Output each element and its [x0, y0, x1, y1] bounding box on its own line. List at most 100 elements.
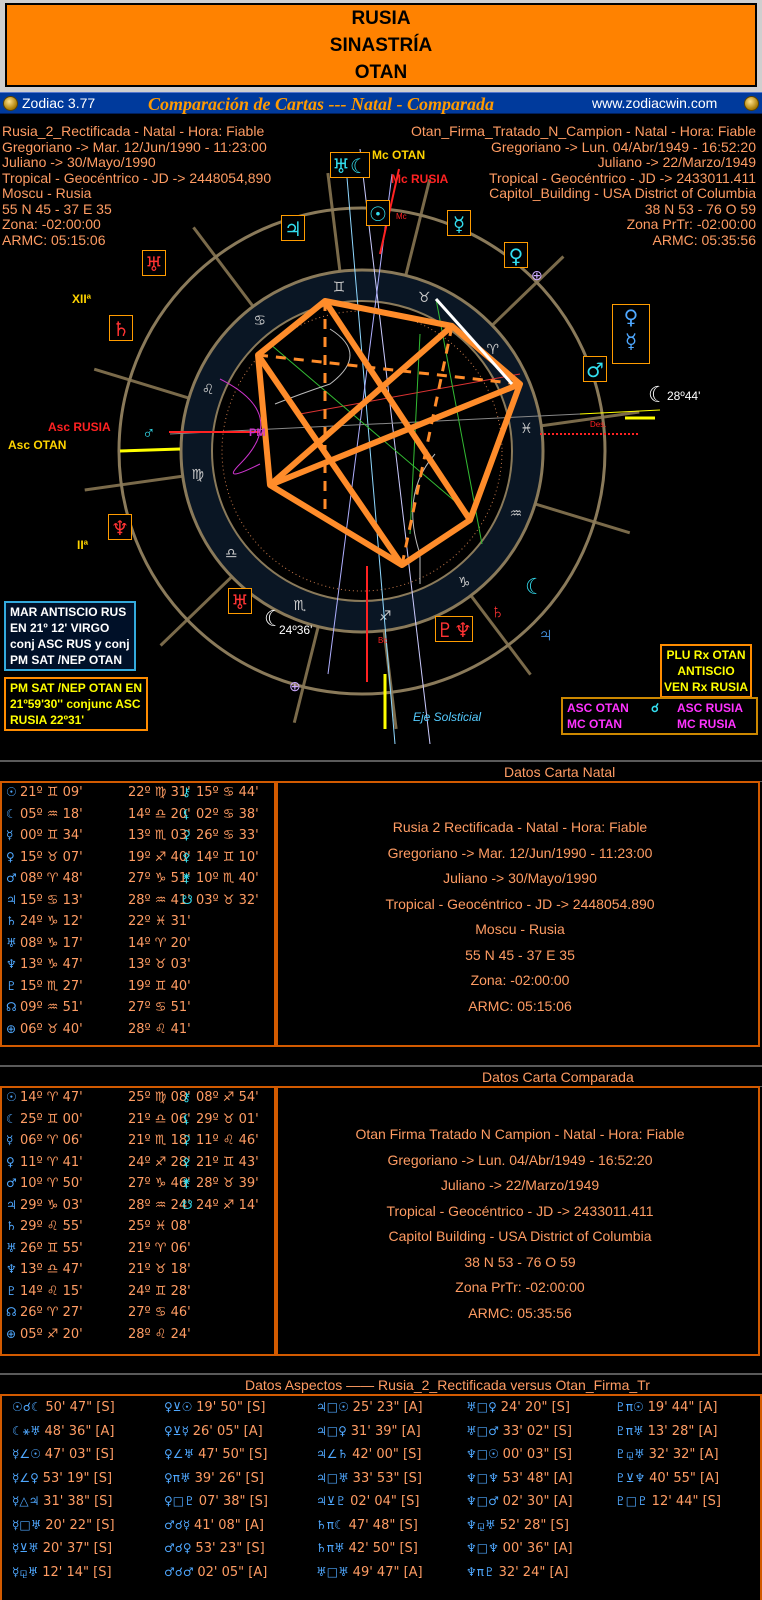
- comparada-section-header: Datos Carta Comparada: [0, 1065, 762, 1087]
- aspect-orb: 13' 28" [A]: [647, 1423, 718, 1439]
- pluto-venus-icon: ♀ ☿: [612, 304, 650, 364]
- planet-glyph-icon: ⚵: [182, 871, 191, 885]
- aspect-orb: 42' 00" [S]: [352, 1447, 422, 1462]
- aspect-orb: 39' 26" [S]: [194, 1470, 264, 1486]
- aspect-orb: 33' 53" [S]: [352, 1470, 422, 1486]
- aspect-glyph-icon: ♀□♇: [164, 1494, 199, 1508]
- aspect-entry: ♄π☾ 47' 48" [S]: [316, 1518, 418, 1533]
- eje-solsticial-label: Eje Solsticial: [413, 710, 482, 724]
- aspect-orb: 32' 24" [A]: [498, 1564, 569, 1580]
- chart-info-line: Juliano -> 30/Mayo/1990: [443, 870, 597, 886]
- aspect-orb: 00' 03" [S]: [502, 1447, 572, 1462]
- position-value: 10º ♏ 40': [196, 871, 259, 886]
- conjunction-icon: ☌: [651, 701, 660, 715]
- aspect-entry: ♃□♅ 33' 53" [S]: [316, 1471, 422, 1486]
- venus-natal-icon: ☾: [264, 606, 284, 631]
- planet-glyph-icon: ♆: [6, 957, 17, 971]
- aspect-entry: ♀□♇ 07' 38" [S]: [164, 1494, 268, 1509]
- aspect-orb: 47' 03" [S]: [44, 1447, 115, 1462]
- planet-glyph-icon: ☿: [6, 828, 14, 842]
- planet-glyph-icon: ♂: [6, 871, 17, 885]
- position-value: 21º ♊ 43': [196, 1154, 259, 1170]
- mc-rusia-label: Mc RUSIA: [391, 172, 449, 186]
- aspect-orb: 00' 36" [A]: [502, 1541, 573, 1556]
- zodiac-logo-icon: [3, 96, 18, 111]
- venus-degree-label: 24º36': [279, 623, 313, 637]
- aspect-entry: ♅□♂ 33' 02" [S]: [466, 1424, 572, 1439]
- chart-info-line: Gregoriano -> Lun. 04/Abr/1949 - 16:52:2…: [387, 1151, 653, 1168]
- aspect-glyph-icon: ♃□☉: [316, 1400, 353, 1414]
- aspect-entry: ♆□♆ 00' 36" [A]: [466, 1541, 573, 1556]
- aspect-orb: 52' 28" [S]: [499, 1517, 569, 1533]
- aspect-glyph-icon: ♂☌☿: [164, 1517, 194, 1532]
- aspect-glyph-icon: ☿⚼♅: [12, 1564, 43, 1579]
- position-value: 08º ♑ 17': [20, 935, 83, 951]
- aspect-glyph-icon: ♆π♇: [466, 1564, 499, 1579]
- aspect-glyph-icon: ♃□♀: [316, 1423, 351, 1438]
- mc-otan-label: Mc OTAN: [372, 148, 426, 162]
- planet-glyph-icon: ⚷: [182, 785, 191, 799]
- aspect-glyph-icon: ♂☌♀: [164, 1541, 196, 1555]
- planet-glyph-icon: ♅: [6, 1240, 17, 1255]
- aspect-entry: ♆⚼♅ 52' 28" [S]: [466, 1518, 569, 1533]
- planet-glyph-icon: ⚸: [182, 806, 191, 821]
- mars-antiscio-note: MAR ANTISCIO RUS EN 21º 12' VIRGO conj AS…: [4, 601, 136, 671]
- natal-info-panel: Rusia 2 Rectificada - Natal - Hora: Fiab…: [276, 781, 760, 1047]
- aspect-orb: 32' 32" [A]: [648, 1447, 719, 1462]
- planet-glyph-icon: ☊: [6, 1000, 17, 1014]
- pluto-antiscio-note: PLU Rx OTAN ANTISCIO VEN Rx RUSIA: [660, 644, 753, 698]
- position-value: 15º ♏ 27': [20, 978, 83, 994]
- uranus-natal-icon-2: ♅: [228, 588, 252, 614]
- aspect-glyph-icon: ♀π♅: [164, 1470, 195, 1485]
- saturn-natal-icon: ♄: [109, 315, 133, 341]
- zodiac-sign-glyph: ♓: [520, 421, 533, 437]
- aspect-glyph-icon: ♆□♂: [466, 1494, 503, 1508]
- aspect-orb: 53' 19" [S]: [42, 1470, 113, 1486]
- planet-glyph-icon: ♇: [6, 1283, 17, 1298]
- planet-glyph-icon: ♄: [6, 914, 17, 928]
- planet-glyph-icon: ☾: [6, 806, 17, 821]
- planet-glyph-icon: ♇: [6, 978, 17, 993]
- zodiac-sign-glyph: ♉: [418, 290, 431, 306]
- title-banner: RUSIA SINASTRÍA OTAN: [0, 0, 762, 92]
- aspect-entry: ♆□♆ 53' 48" [A]: [466, 1471, 573, 1486]
- aspect-glyph-icon: ♀⊻☿: [164, 1423, 193, 1438]
- position-value: 00º ♊ 34': [20, 828, 83, 843]
- chart-info-line: Capitol Building - USA District of Colum…: [388, 1228, 652, 1244]
- aspect-glyph-icon: ♄π♅: [316, 1541, 349, 1555]
- aspect-orb: 20' 37" [S]: [42, 1541, 113, 1556]
- mars-antiscio-icon: ♂: [142, 423, 156, 443]
- website-link[interactable]: www.zodiacwin.com: [592, 95, 717, 111]
- moon-degree-label: 28º44': [667, 389, 701, 403]
- aspect-entry: ♇⊻♆ 40' 55" [A]: [615, 1471, 719, 1486]
- aspect-glyph-icon: ☿△♃: [12, 1494, 44, 1508]
- planet-glyph-icon: ⚵: [182, 1176, 191, 1190]
- planet-glyph-icon: ⚷: [182, 1090, 191, 1104]
- aspect-orb: 20' 22" [S]: [45, 1517, 115, 1533]
- position-value: 02º ♋ 38': [196, 806, 259, 822]
- banner-box: RUSIA SINASTRÍA OTAN: [5, 3, 757, 87]
- aspect-entry: ♅□♀ 24' 20" [S]: [466, 1400, 570, 1415]
- aspect-glyph-icon: ♆□♆: [466, 1470, 503, 1485]
- natal-chart-header: Rusia_2_Rectificada - Natal - Hora: Fiab…: [2, 123, 272, 248]
- planet-glyph-icon: ☉: [6, 785, 17, 799]
- planet-glyph-icon: ♃: [6, 892, 17, 907]
- sun-otan-icon: ☉: [366, 200, 390, 226]
- aspect-orb: 31' 39" [A]: [350, 1423, 421, 1439]
- planet-glyph-icon: ♀: [6, 1154, 15, 1169]
- uranus-moon-otan-icon: ♅☾: [330, 152, 370, 178]
- planet-glyph-icon: ♆: [6, 1262, 17, 1276]
- aspect-entry: ♃□♀ 31' 39" [A]: [316, 1424, 421, 1439]
- position-value: 05º ♐ 20': [20, 1326, 83, 1342]
- position-value: 13º ♑ 47': [20, 957, 83, 972]
- aspect-orb: 19' 50" [S]: [196, 1400, 266, 1415]
- pm-sat-nep-note: PM SAT /NEP OTAN EN 21º59'30'' conjunc AS…: [4, 677, 149, 731]
- position-value: 14º ♌ 15': [20, 1283, 83, 1299]
- asc-otan-label: Asc OTAN: [8, 438, 67, 452]
- aspect-entry: ☿⚼♅ 12' 14" [S]: [12, 1565, 112, 1580]
- position-value: 10º ♈ 50': [20, 1176, 83, 1191]
- jupiter-icon: ♃: [538, 624, 553, 646]
- planet-glyph-icon: ☾: [6, 1111, 17, 1126]
- position-value: 06º ♈ 06': [20, 1133, 83, 1148]
- comparada-info-panel: Otan Firma Tratado N Campion - Natal - H…: [276, 1086, 760, 1356]
